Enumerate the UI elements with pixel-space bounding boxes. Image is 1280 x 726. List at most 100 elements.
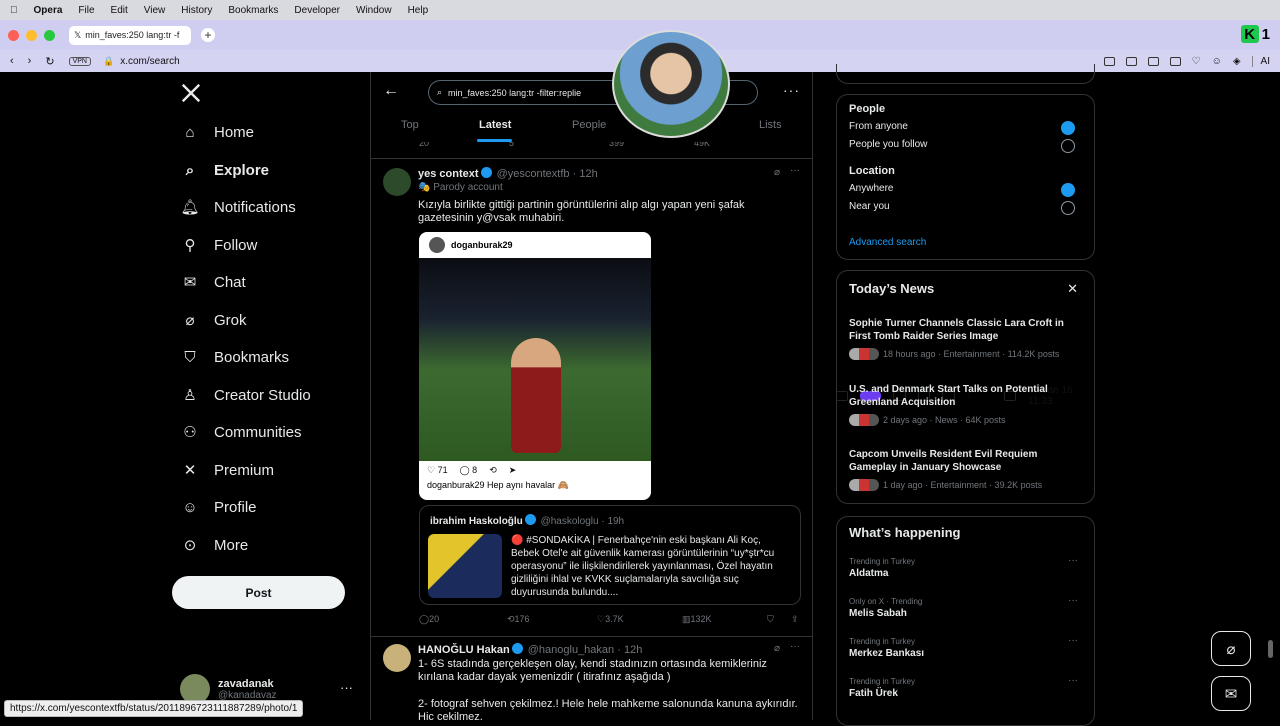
account-icon[interactable]: ☺ bbox=[1212, 56, 1222, 67]
menu-view[interactable]: View bbox=[144, 5, 166, 16]
repost-button[interactable]: ⟲ 176 bbox=[507, 614, 515, 625]
extensions-icon[interactable]: ◈ bbox=[1233, 56, 1241, 67]
author-handle[interactable]: @hanoglu_hakan bbox=[528, 644, 614, 656]
lock-icon[interactable]: 🔒 bbox=[103, 56, 114, 67]
apple-icon[interactable]:  bbox=[10, 5, 18, 16]
author-name[interactable]: HANOĞLU Hakan bbox=[418, 644, 510, 656]
scrollbar[interactable] bbox=[1268, 640, 1273, 658]
trend-name[interactable]: Fatih Ürek bbox=[849, 688, 898, 699]
nav-profile[interactable]: ☺Profile bbox=[180, 497, 257, 517]
menu-help[interactable]: Help bbox=[408, 5, 429, 16]
quote-thumbnail[interactable] bbox=[428, 534, 502, 598]
nav-grok[interactable]: ⌀Grok bbox=[180, 310, 247, 330]
author-handle[interactable]: @yescontextfb bbox=[497, 168, 570, 180]
more-icon[interactable]: ··· bbox=[340, 680, 353, 695]
messages-fab[interactable]: ✉ bbox=[1211, 676, 1251, 711]
more-icon[interactable]: ··· bbox=[790, 641, 800, 652]
post-button[interactable]: Post bbox=[172, 576, 345, 609]
send-icon[interactable]: ➤ bbox=[509, 465, 517, 476]
radio-anywhere[interactable] bbox=[1061, 183, 1075, 197]
tweet-time[interactable]: 12h bbox=[579, 168, 597, 180]
quote-handle[interactable]: @haskologlu bbox=[541, 516, 599, 527]
tab-latest[interactable]: Latest bbox=[479, 119, 511, 131]
reply-button[interactable]: ◯ 20 bbox=[419, 614, 429, 625]
share-icon[interactable]: ⇪ bbox=[791, 614, 799, 625]
more-icon[interactable]: ··· bbox=[1068, 555, 1078, 566]
menu-window[interactable]: Window bbox=[356, 5, 392, 16]
filter-anywhere[interactable]: Anywhere bbox=[849, 183, 893, 194]
menu-file[interactable]: File bbox=[78, 5, 94, 16]
like-button[interactable]: ♡ 3.7K bbox=[597, 614, 605, 625]
news-item-title[interactable]: Sophie Turner Channels Classic Lara Crof… bbox=[849, 317, 1079, 343]
reload-icon[interactable]: ↻ bbox=[45, 55, 54, 68]
heart-icon[interactable]: ♡ 71 bbox=[427, 465, 448, 476]
nav-more[interactable]: ⊙More bbox=[180, 535, 248, 555]
tweet-time[interactable]: 12h bbox=[624, 644, 642, 656]
nav-premium[interactable]: ✕Premium bbox=[180, 460, 274, 480]
camera-icon[interactable] bbox=[1126, 57, 1137, 66]
menu-edit[interactable]: Edit bbox=[111, 5, 128, 16]
filter-from-anyone[interactable]: From anyone bbox=[849, 121, 908, 132]
more-icon[interactable]: ··· bbox=[1068, 595, 1078, 606]
comment-icon[interactable]: ◯ 8 bbox=[460, 465, 478, 476]
zoom-window-button[interactable] bbox=[44, 30, 55, 41]
news-item-title[interactable]: Capcom Unveils Resident Evil Requiem Gam… bbox=[849, 448, 1079, 474]
nav-notifications[interactable]: 🔔︎Notifications bbox=[180, 197, 296, 217]
author-name[interactable]: yes context bbox=[418, 168, 479, 180]
new-tab-button[interactable]: + bbox=[201, 28, 215, 42]
play-icon[interactable] bbox=[1170, 57, 1181, 66]
radio-near-you[interactable] bbox=[1061, 201, 1075, 215]
trend-name[interactable]: Merkez Bankası bbox=[849, 648, 924, 659]
back-icon[interactable]: ‹ bbox=[10, 55, 14, 68]
more-options-icon[interactable]: ··· bbox=[783, 82, 800, 98]
heart-icon[interactable]: ♡ bbox=[1192, 56, 1201, 67]
tab-lists[interactable]: Lists bbox=[759, 119, 782, 131]
nav-communities[interactable]: ⚇Communities bbox=[180, 422, 302, 442]
menu-bookmarks[interactable]: Bookmarks bbox=[228, 5, 278, 16]
close-window-button[interactable] bbox=[8, 30, 19, 41]
grok-icon[interactable]: ⌀ bbox=[774, 167, 780, 178]
nav-follow[interactable]: ⚲Follow bbox=[180, 235, 257, 255]
trend-name[interactable]: Melis Sabah bbox=[849, 608, 907, 619]
tab-top[interactable]: Top bbox=[401, 119, 419, 131]
close-icon[interactable]: ✕ bbox=[1067, 281, 1078, 297]
tweet[interactable]: HANOĞLU Hakan @hanoglu_hakan · 12h ⌀ ···… bbox=[371, 640, 813, 720]
more-icon[interactable]: ··· bbox=[1068, 635, 1078, 646]
grok-icon[interactable]: ⌀ bbox=[774, 643, 780, 654]
nav-home[interactable]: ⌂Home bbox=[180, 122, 254, 142]
filter-people-you-follow[interactable]: People you follow bbox=[849, 139, 927, 150]
avatar[interactable] bbox=[383, 644, 411, 672]
embedded-media[interactable]: doganburak29 ♡ 71 ◯ 8 ⟲ ➤ doganburak29 H… bbox=[419, 232, 651, 500]
back-arrow-icon[interactable]: ← bbox=[383, 82, 399, 100]
quoted-tweet[interactable]: ibrahim Haskoloğlu @haskologlu · 19h 🔴 #… bbox=[419, 505, 801, 605]
menu-app[interactable]: Opera bbox=[34, 5, 63, 16]
grok-fab[interactable]: ⌀ bbox=[1211, 631, 1251, 666]
shield-icon[interactable] bbox=[1148, 57, 1159, 66]
advanced-search-link[interactable]: Advanced search bbox=[849, 237, 926, 248]
nav-bookmarks[interactable]: ⛉Bookmarks bbox=[180, 347, 289, 367]
more-icon[interactable]: ··· bbox=[1068, 675, 1078, 686]
minimize-window-button[interactable] bbox=[26, 30, 37, 41]
quote-time[interactable]: 19h bbox=[607, 516, 624, 527]
radio-people-you-follow[interactable] bbox=[1061, 139, 1075, 153]
url-field[interactable]: x.com/search bbox=[120, 56, 179, 67]
trend-name[interactable]: Aldatma bbox=[849, 568, 888, 579]
bookmark-icon[interactable]: ⛉ bbox=[767, 614, 774, 625]
nav-creator-studio[interactable]: ♙Creator Studio bbox=[180, 385, 311, 405]
tweet[interactable]: yes context @yescontextfb · 12h ⌀ ··· 🎭 … bbox=[371, 162, 813, 632]
nav-chat[interactable]: ✉Chat bbox=[180, 272, 246, 292]
edit-icon[interactable] bbox=[1104, 57, 1115, 66]
x-logo-icon[interactable] bbox=[180, 82, 202, 104]
menu-history[interactable]: History bbox=[181, 5, 212, 16]
tab-people[interactable]: People bbox=[572, 119, 606, 131]
quote-author[interactable]: ibrahim Haskoloğlu bbox=[430, 516, 523, 527]
ai-button[interactable]: AI bbox=[1252, 56, 1270, 67]
repost-icon[interactable]: ⟲ bbox=[489, 465, 497, 476]
avatar[interactable] bbox=[383, 168, 411, 196]
filter-near-you[interactable]: Near you bbox=[849, 201, 890, 212]
vpn-badge[interactable]: VPN bbox=[69, 57, 91, 66]
browser-tab[interactable]: 𝕏 min_faves:250 lang:tr -f bbox=[69, 26, 191, 45]
menu-developer[interactable]: Developer bbox=[294, 5, 340, 16]
nav-explore[interactable]: ⌕Explore bbox=[180, 160, 269, 180]
more-icon[interactable]: ··· bbox=[790, 165, 800, 176]
